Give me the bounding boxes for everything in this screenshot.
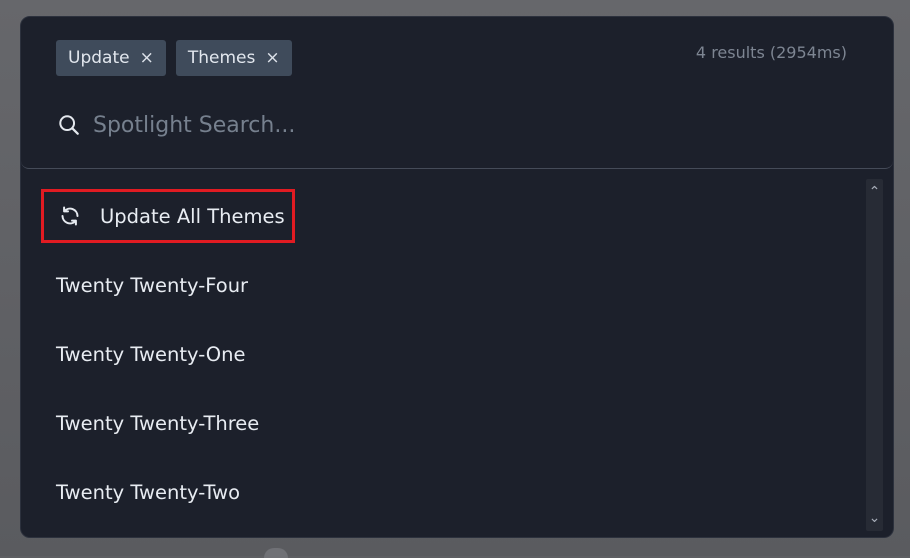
result-twenty-twenty-one[interactable]: Twenty Twenty-One	[56, 330, 246, 378]
results-count: 4 results (2954ms)	[695, 43, 847, 62]
result-label: Twenty Twenty-Two	[56, 480, 241, 504]
filter-chip-label: Themes	[187, 48, 256, 68]
result-label: Twenty Twenty-One	[56, 342, 246, 366]
result-label: Twenty Twenty-Three	[56, 411, 260, 435]
filter-chips: Update × Themes ×	[56, 40, 292, 76]
remove-filter-update-icon[interactable]: ×	[140, 48, 154, 68]
filter-chip-update[interactable]: Update ×	[56, 40, 166, 76]
remove-filter-themes-icon[interactable]: ×	[265, 48, 279, 68]
refresh-icon	[61, 206, 79, 226]
result-label: Twenty Twenty-Four	[56, 273, 249, 297]
search-icon	[59, 115, 79, 135]
result-update-all-themes[interactable]: Update All Themes	[41, 189, 295, 243]
spotlight-search-modal: Update × Themes × 4 results (2954ms) Upd…	[20, 16, 894, 538]
result-twenty-twenty-two[interactable]: Twenty Twenty-Two	[56, 468, 240, 516]
scroll-up-icon[interactable]: ⌃	[866, 183, 883, 201]
result-twenty-twenty-four[interactable]: Twenty Twenty-Four	[56, 261, 248, 309]
result-twenty-twenty-three[interactable]: Twenty Twenty-Three	[56, 399, 259, 447]
results-scrollbar[interactable]: ⌃ ⌄	[866, 179, 883, 531]
result-label: Update All Themes	[100, 204, 285, 228]
filter-chip-themes[interactable]: Themes ×	[175, 40, 292, 76]
spotlight-search-input[interactable]	[93, 106, 793, 144]
search-header: Update × Themes × 4 results (2954ms)	[21, 17, 893, 169]
filter-chip-label: Update	[68, 48, 130, 68]
results-list: Update All Themes Twenty Twenty-Four Twe…	[21, 179, 861, 537]
scroll-down-icon[interactable]: ⌄	[866, 509, 883, 527]
background-toggle	[264, 548, 288, 558]
